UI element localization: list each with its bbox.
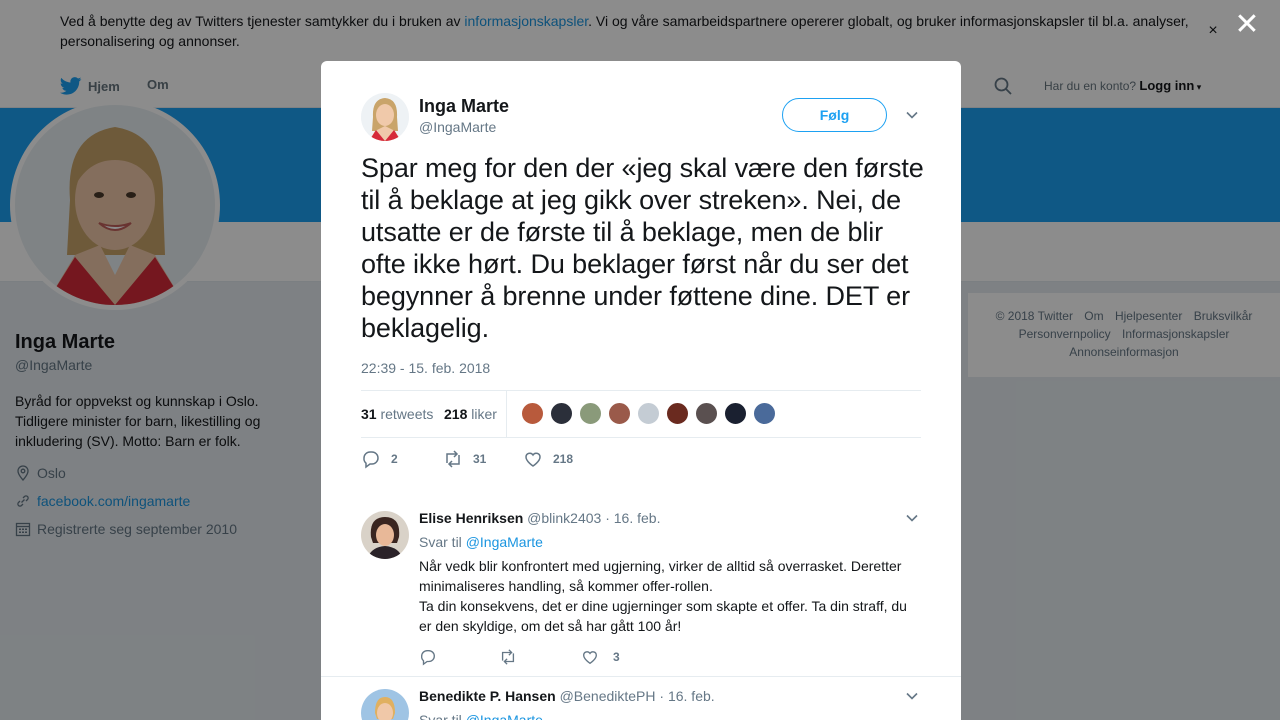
- reply-count: 2: [391, 452, 398, 466]
- tweet-actions: 2 31 218: [361, 449, 921, 469]
- retweets-count: 31: [361, 406, 377, 422]
- reply-author-photo: [361, 689, 409, 720]
- reply-text-line: Når vedk blir konfrontert med ugjerning,…: [419, 558, 902, 594]
- reply-to-label: Svar til: [419, 712, 462, 720]
- author-photo: [361, 93, 409, 141]
- likes-stat[interactable]: 218 liker: [444, 405, 497, 423]
- reply-icon: [421, 650, 435, 666]
- reply-author-handle[interactable]: @BenediktePH: [560, 688, 656, 704]
- reply-like-button[interactable]: 3: [581, 647, 620, 667]
- liker-avatar[interactable]: [579, 402, 602, 425]
- reply-to: Svar til @IngaMarte: [419, 711, 543, 720]
- reply-button[interactable]: 2: [361, 449, 398, 469]
- stats-divider: [506, 391, 507, 437]
- reply-avatar[interactable]: [361, 511, 409, 559]
- liker-avatar[interactable]: [608, 402, 631, 425]
- retweets-label: retweets: [380, 406, 434, 422]
- reply-avatar[interactable]: [361, 689, 409, 720]
- likes-count: 218: [444, 406, 468, 422]
- reply-date[interactable]: · 16. feb.: [605, 510, 660, 526]
- chevron-down-icon[interactable]: [904, 688, 920, 704]
- follow-button[interactable]: Følg: [782, 98, 887, 132]
- reply-retweet-button[interactable]: [499, 647, 531, 667]
- like-count: 218: [553, 452, 574, 466]
- liker-avatar[interactable]: [695, 402, 718, 425]
- reply-text-line: Ta din konsekvens, det er dine ugjerning…: [419, 598, 907, 634]
- reply-icon: [363, 451, 379, 469]
- reply-author-handle[interactable]: @blink2403: [527, 510, 601, 526]
- heart-icon: [525, 452, 541, 467]
- tweet-modal: Inga Marte @IngaMarte Følg Spar meg for …: [321, 61, 961, 720]
- like-button[interactable]: 218: [523, 449, 573, 469]
- reply-date[interactable]: · 16. feb.: [659, 688, 714, 704]
- reply-like-count: 3: [613, 650, 620, 664]
- chevron-down-icon[interactable]: [904, 510, 920, 526]
- close-icon[interactable]: ✕: [1234, 10, 1260, 40]
- author-avatar[interactable]: [361, 93, 409, 141]
- liker-avatar[interactable]: [753, 402, 776, 425]
- tweet-stats: 31 retweets 218 liker: [361, 390, 921, 438]
- reply-actions: 3: [419, 647, 819, 667]
- liker-avatar[interactable]: [521, 402, 544, 425]
- reply-to-label: Svar til: [419, 534, 462, 550]
- likes-label: liker: [471, 406, 497, 422]
- reply-reply-button[interactable]: [419, 647, 451, 667]
- reply-header: Benedikte P. Hansen @BenediktePH · 16. f…: [419, 687, 715, 705]
- retweet-icon: [446, 450, 460, 468]
- liker-avatar[interactable]: [550, 402, 573, 425]
- retweet-button[interactable]: 31: [443, 449, 486, 469]
- tweet-timestamp[interactable]: 22:39 - 15. feb. 2018: [361, 359, 490, 377]
- retweet-count: 31: [473, 452, 487, 466]
- reply-author-name[interactable]: Benedikte P. Hansen: [419, 688, 556, 704]
- retweet-icon: [501, 649, 515, 665]
- likers-avatars: [521, 402, 782, 425]
- reply-author-photo: [361, 511, 409, 559]
- tweet-text: Spar meg for den der «jeg skal være den …: [361, 153, 924, 343]
- reply-to: Svar til @IngaMarte: [419, 533, 543, 551]
- reply-to-mention[interactable]: @IngaMarte: [466, 712, 543, 720]
- reply-text: Når vedk blir konfrontert med ugjerning,…: [419, 556, 919, 636]
- reply-divider: [321, 676, 961, 677]
- reply-header: Elise Henriksen @blink2403 · 16. feb.: [419, 509, 660, 527]
- reply-to-mention[interactable]: @IngaMarte: [466, 534, 543, 550]
- author-name[interactable]: Inga Marte: [419, 95, 509, 117]
- liker-avatar[interactable]: [637, 402, 660, 425]
- author-handle[interactable]: @IngaMarte: [419, 118, 496, 136]
- heart-icon: [583, 651, 597, 665]
- reply-author-name[interactable]: Elise Henriksen: [419, 510, 523, 526]
- liker-avatar[interactable]: [666, 402, 689, 425]
- chevron-down-icon[interactable]: [904, 107, 920, 123]
- liker-avatar[interactable]: [724, 402, 747, 425]
- retweets-stat[interactable]: 31 retweets: [361, 405, 433, 423]
